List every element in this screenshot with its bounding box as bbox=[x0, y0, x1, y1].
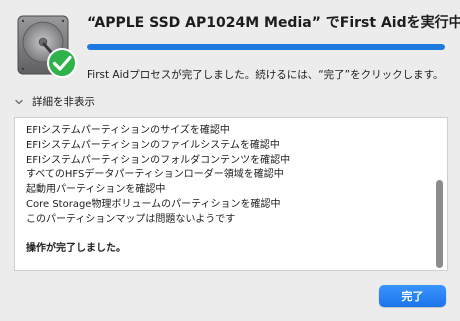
details-toggle-label: 詳細を非表示 bbox=[32, 96, 95, 108]
dialog-title: “APPLE SSD AP1024M Media” でFirst Aidを実行中 bbox=[87, 15, 460, 31]
checkmark-icon bbox=[47, 48, 77, 78]
log-scrollbar[interactable] bbox=[434, 120, 445, 268]
log-lines: EFIシステムパーティションのサイズを確認中 EFIシステムパーティションのファイ… bbox=[26, 124, 429, 257]
log-line: 操作が完了しました。 bbox=[26, 243, 126, 255]
log-output[interactable]: EFIシステムパーティションのサイズを確認中 EFIシステムパーティションのファイ… bbox=[14, 117, 448, 271]
progress-bar-fill bbox=[87, 44, 445, 50]
done-button[interactable]: 完了 bbox=[379, 285, 446, 307]
progress-bar bbox=[87, 44, 445, 50]
status-message: First Aidプロセスが完了しました。続けるには、“完了”をクリックします。 bbox=[87, 69, 444, 81]
scrollbar-thumb[interactable] bbox=[436, 180, 443, 268]
disk-icon bbox=[17, 15, 77, 78]
details-toggle[interactable]: 詳細を非表示 bbox=[14, 94, 95, 109]
log-line: すべてのHFSデータパーティションローダー領域を確認中 bbox=[26, 169, 284, 181]
log-line: EFIシステムパーティションのフォルダコンテンツを確認中 bbox=[26, 154, 291, 166]
log-line: EFIシステムパーティションのサイズを確認中 bbox=[26, 125, 230, 136]
log-line: Core Storage物理ボリュームのパーティションを確認中 bbox=[26, 198, 281, 210]
log-line: EFIシステムパーティションのファイルシステムを確認中 bbox=[26, 139, 280, 151]
log-line: このパーティションマップは問題ないようです bbox=[26, 213, 236, 225]
chevron-down-icon bbox=[15, 99, 23, 104]
first-aid-dialog: “APPLE SSD AP1024M Media” でFirst Aidを実行中… bbox=[0, 0, 460, 321]
log-line: 起動用パーティションを確認中 bbox=[26, 184, 166, 196]
